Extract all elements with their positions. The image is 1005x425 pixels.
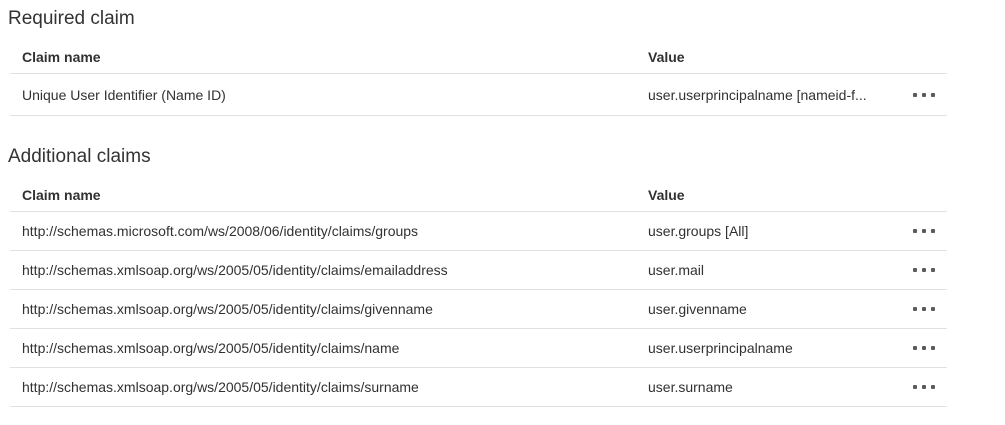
menu-cell [895,87,947,103]
row-context-menu-button[interactable] [911,301,937,317]
table-row[interactable]: http://schemas.xmlsoap.org/ws/2005/05/id… [10,329,947,368]
value-column-header: Value [648,187,895,203]
additional-claims-table: Claim name Value http://schemas.microsof… [10,178,947,407]
table-row[interactable]: Unique User Identifier (Name ID) user.us… [10,74,947,116]
table-row[interactable]: http://schemas.xmlsoap.org/ws/2005/05/id… [10,368,947,407]
table-row[interactable]: http://schemas.microsoft.com/ws/2008/06/… [10,212,947,251]
claim-value-cell: user.userprincipalname [nameid-f... [648,87,895,103]
table-header-row: Claim name Value [10,40,947,74]
row-context-menu-button[interactable] [911,379,937,395]
row-context-menu-button[interactable] [911,340,937,356]
table-row[interactable]: http://schemas.xmlsoap.org/ws/2005/05/id… [10,290,947,329]
ellipsis-horizontal-icon [913,385,935,389]
claim-name-cell: http://schemas.xmlsoap.org/ws/2005/05/id… [22,262,648,278]
menu-cell [895,223,947,239]
claim-name-cell: http://schemas.xmlsoap.org/ws/2005/05/id… [22,301,648,317]
required-claims-table: Claim name Value Unique User Identifier … [10,40,947,116]
claim-name-cell: http://schemas.microsoft.com/ws/2008/06/… [22,223,648,239]
menu-cell [895,301,947,317]
required-claim-title: Required claim [8,8,1005,30]
menu-cell [895,340,947,356]
row-context-menu-button[interactable] [911,262,937,278]
ellipsis-horizontal-icon [913,229,935,233]
claim-name-column-header: Claim name [22,49,648,65]
ellipsis-horizontal-icon [913,93,935,97]
claim-name-column-header: Claim name [22,187,648,203]
required-claim-section: Required claim Claim name Value Unique U… [8,8,1005,116]
menu-cell [895,379,947,395]
ellipsis-horizontal-icon [913,307,935,311]
attributes-and-claims-panel: Required claim Claim name Value Unique U… [0,0,1005,407]
additional-claims-section: Additional claims Claim name Value http:… [8,146,1005,407]
ellipsis-horizontal-icon [913,346,935,350]
additional-claims-title: Additional claims [8,146,1005,168]
claim-value-cell: user.mail [648,262,895,278]
ellipsis-horizontal-icon [913,268,935,272]
claim-name-cell: http://schemas.xmlsoap.org/ws/2005/05/id… [22,340,648,356]
claim-name-cell: http://schemas.xmlsoap.org/ws/2005/05/id… [22,379,648,395]
table-header-row: Claim name Value [10,178,947,212]
claim-value-cell: user.surname [648,379,895,395]
claim-value-cell: user.userprincipalname [648,340,895,356]
claim-value-cell: user.groups [All] [648,223,895,239]
menu-cell [895,262,947,278]
row-context-menu-button[interactable] [911,87,937,103]
value-column-header: Value [648,49,895,65]
table-row[interactable]: http://schemas.xmlsoap.org/ws/2005/05/id… [10,251,947,290]
row-context-menu-button[interactable] [911,223,937,239]
claim-value-cell: user.givenname [648,301,895,317]
claim-name-cell: Unique User Identifier (Name ID) [22,87,648,103]
